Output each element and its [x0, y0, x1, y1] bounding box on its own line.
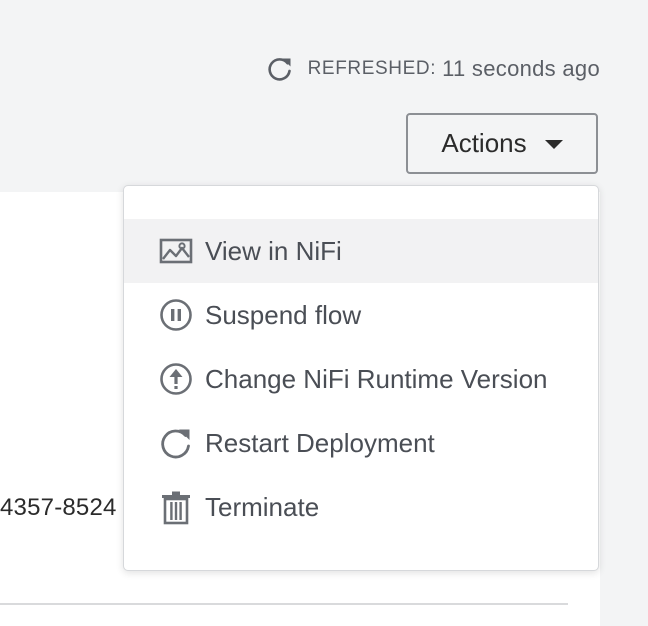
menu-item-change-runtime-version[interactable]: Change NiFi Runtime Version	[124, 347, 598, 411]
menu-item-label: View in NiFi	[205, 235, 342, 266]
restart-icon	[158, 425, 194, 461]
menu-item-terminate[interactable]: Terminate	[124, 475, 598, 539]
menu-item-suspend-flow[interactable]: Suspend flow	[124, 283, 598, 347]
menu-item-label: Terminate	[205, 491, 320, 522]
divider	[0, 603, 568, 605]
page: 4357-8524 REFRESHED: 11 seconds ago Acti…	[0, 0, 648, 626]
upload-circle-icon	[158, 361, 194, 397]
menu-item-restart-deployment[interactable]: Restart Deployment	[124, 411, 598, 475]
actions-button[interactable]: Actions	[406, 113, 598, 174]
actions-label: Actions	[441, 128, 527, 158]
menu-item-label: Suspend flow	[205, 299, 362, 330]
deployment-id-text: 4357-8524	[0, 494, 117, 521]
menu-item-label: Restart Deployment	[205, 427, 435, 458]
refreshed-label: REFRESHED:	[307, 58, 437, 79]
trash-icon	[158, 489, 194, 525]
actions-menu: View in NiFi Suspend flow Change NiFi Ru…	[123, 185, 599, 571]
menu-item-view-in-nifi[interactable]: View in NiFi	[124, 219, 598, 283]
pause-circle-icon	[158, 297, 194, 333]
image-icon	[158, 233, 194, 269]
menu-item-label: Change NiFi Runtime Version	[205, 363, 548, 394]
refresh-icon[interactable]	[266, 55, 294, 83]
caret-down-icon	[544, 140, 563, 149]
refreshed-status: REFRESHED: 11 seconds ago	[266, 55, 600, 83]
refreshed-value: 11 seconds ago	[442, 56, 600, 81]
